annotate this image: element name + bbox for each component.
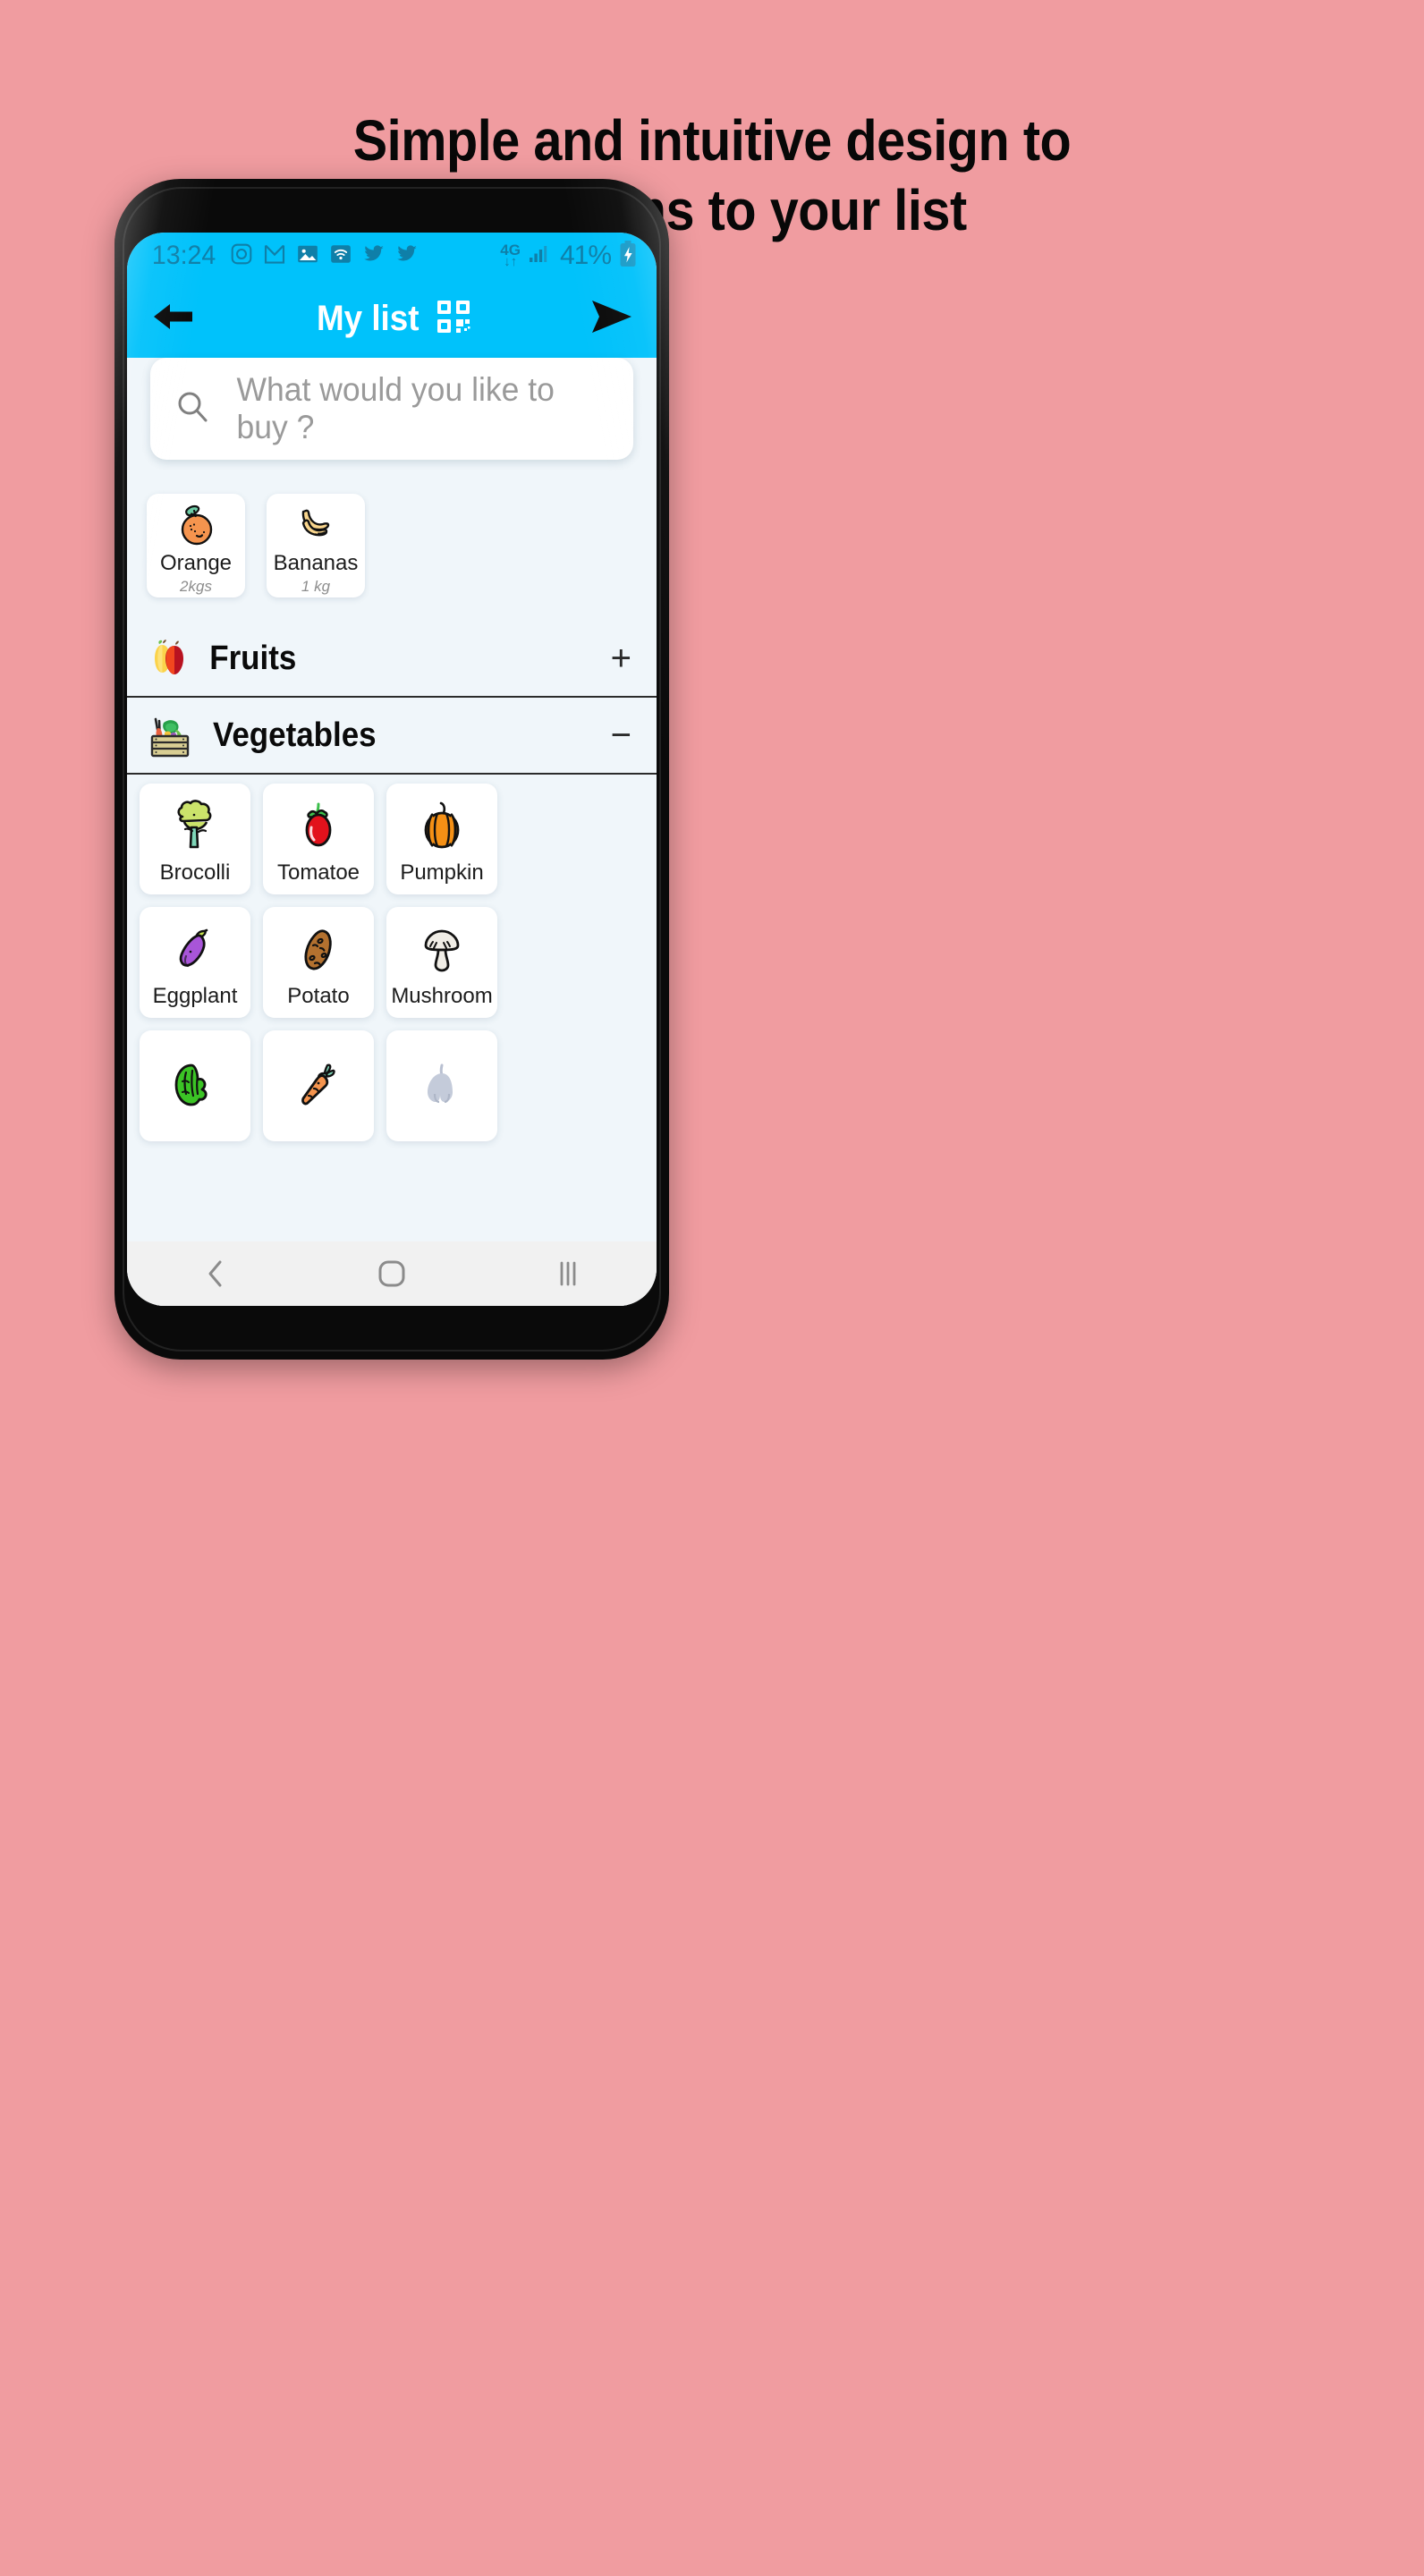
back-arrow-icon[interactable] xyxy=(150,299,195,339)
lettuce-icon xyxy=(165,1052,225,1118)
section-label: Vegetables xyxy=(212,716,377,754)
twitter-icon xyxy=(395,242,419,270)
vegetable-card[interactable]: Eggplant xyxy=(140,907,250,1018)
bananas-icon xyxy=(291,499,341,549)
potato-icon xyxy=(288,916,349,982)
selected-item-quantity: 1 kg xyxy=(301,578,331,595)
section-header-fruits[interactable]: Fruits + xyxy=(127,621,657,696)
headline-line-1: Simple and intuitive design to xyxy=(352,108,1072,173)
page-title: My list xyxy=(316,298,420,338)
section-collapse-toggle[interactable]: − xyxy=(611,717,639,753)
search-field[interactable]: What would you like to buy ? xyxy=(150,358,633,460)
search-icon xyxy=(175,390,209,428)
section-label: Fruits xyxy=(209,639,297,677)
nav-back-icon[interactable] xyxy=(166,1247,265,1301)
signal-bars-icon xyxy=(529,243,552,269)
vegetable-card[interactable] xyxy=(140,1030,250,1141)
instagram-icon xyxy=(230,242,253,270)
vegetable-card[interactable]: Tomatoe xyxy=(263,784,374,894)
section-header-vegetables[interactable]: Vegetables − xyxy=(127,696,657,775)
phone-screen: 13:24 4G ↓↑ 41% My list Orange 2kgs Bana… xyxy=(127,233,657,1306)
app-bar-title-group: My list xyxy=(127,279,657,358)
battery-charging-icon xyxy=(619,240,637,272)
vegetable-name: Mushroom xyxy=(391,984,493,1008)
section-expand-toggle[interactable]: + xyxy=(611,640,639,676)
vegetable-name: Eggplant xyxy=(152,984,238,1008)
selected-item-name: Orange xyxy=(159,551,233,575)
vegetable-card[interactable]: Potato xyxy=(263,907,374,1018)
wifi-icon xyxy=(329,242,352,270)
twitter-icon xyxy=(362,242,386,270)
vegetable-crate-icon xyxy=(147,712,193,758)
eggplant-icon xyxy=(165,916,225,982)
status-time: 13:24 xyxy=(151,241,216,270)
tomato-icon xyxy=(288,792,349,859)
vegetable-name: Potato xyxy=(287,984,350,1008)
vegetable-name: Brocolli xyxy=(159,860,231,885)
app-bar: My list xyxy=(127,279,657,358)
selected-item-card[interactable]: Orange 2kgs xyxy=(147,494,245,597)
vegetable-card[interactable]: Pumpkin xyxy=(386,784,497,894)
vegetables-grid: Brocolli Tomatoe Pumpkin Eggplant Potato… xyxy=(127,775,657,1141)
qr-code-icon[interactable] xyxy=(436,299,471,339)
battery-percent-label: 41% xyxy=(559,241,612,270)
gmail-icon xyxy=(263,242,286,270)
garlic-icon xyxy=(411,1052,472,1118)
network-type-indicator: 4G ↓↑ xyxy=(500,242,521,269)
status-bar: 13:24 4G ↓↑ 41% xyxy=(127,233,657,279)
phone-mockup: 13:24 4G ↓↑ 41% My list Orange 2kgs Bana… xyxy=(114,179,669,1360)
vegetable-card[interactable] xyxy=(386,1030,497,1141)
list-scroll-area[interactable]: Orange 2kgs Bananas 1 kg Fruits + Vegeta… xyxy=(127,358,657,1306)
selected-item-name: Bananas xyxy=(273,551,359,575)
broccoli-icon xyxy=(165,792,225,859)
vegetable-card[interactable]: Mushroom xyxy=(386,907,497,1018)
selected-item-card[interactable]: Bananas 1 kg xyxy=(267,494,365,597)
search-placeholder: What would you like to buy ? xyxy=(236,371,555,445)
status-right-group: 4G ↓↑ 41% xyxy=(500,240,637,272)
pear-apple-icon xyxy=(147,635,193,682)
nav-recents-icon[interactable] xyxy=(519,1247,617,1301)
selected-item-quantity: 2kgs xyxy=(180,578,212,595)
vegetable-name: Pumpkin xyxy=(400,860,484,885)
orange-icon xyxy=(171,499,221,549)
network-arrows-label: ↓↑ xyxy=(504,253,518,269)
status-notification-icons xyxy=(230,242,419,270)
pumpkin-icon xyxy=(411,792,472,859)
vegetable-card[interactable]: Brocolli xyxy=(140,784,250,894)
vegetable-card[interactable] xyxy=(263,1030,374,1141)
vegetable-name: Tomatoe xyxy=(276,860,360,885)
nav-home-icon[interactable] xyxy=(343,1247,441,1301)
mushroom-icon xyxy=(411,916,472,982)
photos-icon xyxy=(296,242,319,270)
carrot-icon xyxy=(288,1052,349,1118)
send-arrow-icon[interactable] xyxy=(590,298,633,340)
android-nav-bar xyxy=(127,1241,657,1306)
selected-items-row: Orange 2kgs Bananas 1 kg xyxy=(127,474,657,597)
